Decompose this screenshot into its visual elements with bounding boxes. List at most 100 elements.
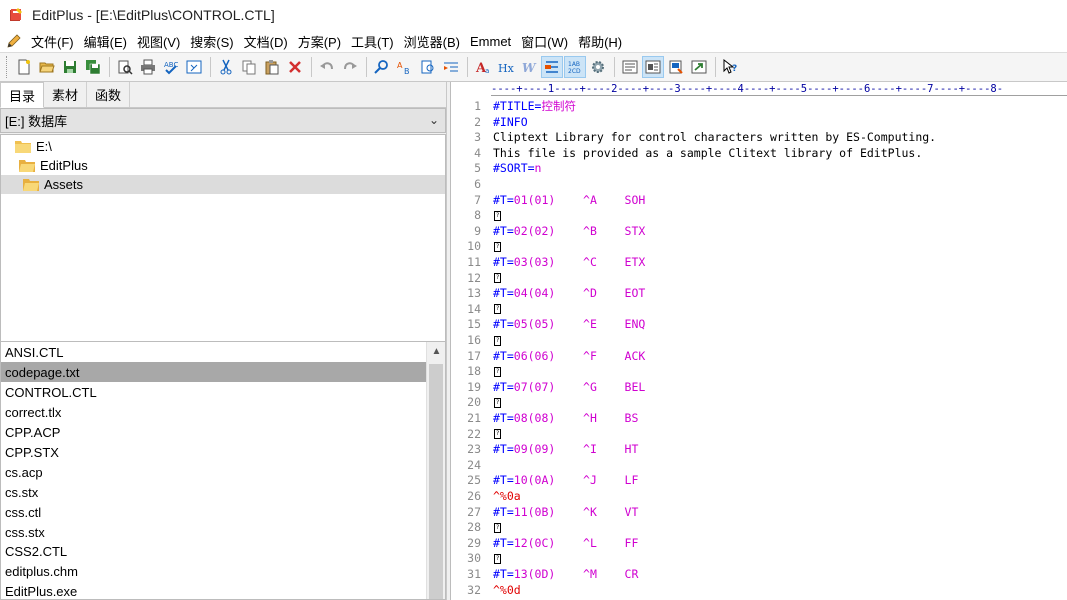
menu-edit[interactable]: 编辑(E) [79, 32, 132, 51]
menu-file[interactable]: 文件(F) [26, 32, 79, 51]
code-line[interactable]: #T=10(0A) ^J LF [493, 473, 638, 489]
book-icon[interactable] [665, 56, 687, 78]
spell-check-icon[interactable]: ABC [160, 56, 182, 78]
new-file-icon[interactable] [13, 56, 35, 78]
tree-item-drive[interactable]: E:\ [15, 137, 435, 156]
export-icon[interactable] [688, 56, 710, 78]
code-line[interactable]: ? [493, 520, 501, 536]
redo-icon[interactable] [339, 56, 361, 78]
line-number-icon[interactable] [541, 56, 563, 78]
code-line[interactable]: This file is provided as a sample Clitex… [493, 146, 922, 162]
code-line[interactable]: #T=11(0B) ^K VT [493, 505, 638, 521]
settings-icon[interactable] [587, 56, 609, 78]
list-item[interactable]: CONTROL.CTL [1, 382, 426, 402]
list-item[interactable]: codepage.txt [1, 362, 426, 382]
scroll-up-icon[interactable]: ▲ [427, 342, 445, 360]
code-line[interactable]: #TITLE=控制符 [493, 99, 576, 115]
code-line[interactable]: ? [493, 364, 501, 380]
editor-pane[interactable]: ----+----1----+----2----+----3----+----4… [450, 82, 1067, 600]
delete-icon[interactable] [284, 56, 306, 78]
code-line[interactable]: #T=07(07) ^G BEL [493, 380, 645, 396]
code-line[interactable]: ? [493, 302, 501, 318]
code-line[interactable]: ? [493, 239, 501, 255]
list-item[interactable]: cs.stx [1, 482, 426, 502]
code-line[interactable]: #INFO [493, 115, 528, 131]
tree-item-editplus[interactable]: EditPlus [19, 156, 439, 175]
html-view-icon[interactable] [642, 56, 664, 78]
list-item[interactable]: css.ctl [1, 502, 426, 522]
code-line[interactable]: #T=06(06) ^F ACK [493, 349, 645, 365]
menu-search[interactable]: 搜索(S) [185, 32, 238, 51]
paste-icon[interactable] [261, 56, 283, 78]
toolbar-grip[interactable] [6, 56, 9, 78]
code-line[interactable]: #T=13(0D) ^M CR [493, 567, 638, 583]
text-view-icon[interactable] [619, 56, 641, 78]
menu-browser[interactable]: 浏览器(B) [399, 32, 465, 51]
control-char-glyph: ? [494, 429, 501, 440]
indent-icon[interactable] [440, 56, 462, 78]
list-item[interactable]: EditPlus.exe [1, 581, 426, 599]
code-line[interactable]: #T=03(03) ^C ETX [493, 255, 645, 271]
list-item[interactable]: editplus.chm [1, 561, 426, 581]
find-in-files-icon[interactable] [417, 56, 439, 78]
code-token: #T= [493, 504, 514, 519]
menu-tools[interactable]: 工具(T) [346, 32, 399, 51]
code-line[interactable]: #SORT=n [493, 161, 541, 177]
code-line[interactable]: #T=12(0C) ^L FF [493, 536, 638, 552]
tree-item-label: E:\ [36, 139, 52, 154]
word-wrap-icon[interactable]: W [518, 56, 540, 78]
tab-directory[interactable]: 目录 [0, 82, 45, 108]
menu-view[interactable]: 视图(V) [132, 32, 185, 51]
list-item[interactable]: cs.acp [1, 462, 426, 482]
code-line[interactable]: #T=08(08) ^H BS [493, 411, 638, 427]
list-item[interactable]: CSS2.CTL [1, 541, 426, 561]
menu-document[interactable]: 文档(D) [239, 32, 293, 51]
code-line[interactable]: #T=05(05) ^E ENQ [493, 317, 645, 333]
code-line[interactable]: #T=09(09) ^I HT [493, 442, 638, 458]
tree-item-assets[interactable]: Assets [1, 175, 445, 194]
file-list-scrollbar[interactable]: ▲ [426, 342, 445, 599]
copy-icon[interactable] [238, 56, 260, 78]
code-line[interactable]: #T=04(04) ^D EOT [493, 286, 645, 302]
line-number: 16 [467, 333, 481, 347]
font-icon[interactable]: Aa [472, 56, 494, 78]
code-line[interactable]: #T=01(01) ^A SOH [493, 193, 645, 209]
undo-icon[interactable] [316, 56, 338, 78]
replace-icon[interactable]: AB [394, 56, 416, 78]
code-line[interactable]: Cliptext Library for control characters … [493, 130, 936, 146]
drive-dropdown[interactable]: [E:] 数据库 ⌄ [0, 108, 446, 133]
hx-heading-icon[interactable]: Hx [495, 56, 517, 78]
code-line[interactable]: ? [493, 271, 501, 287]
code-line[interactable]: ? [493, 427, 501, 443]
code-line[interactable]: ^%0d [493, 583, 521, 599]
menu-project[interactable]: 方案(P) [293, 32, 346, 51]
tab-clips[interactable]: 素材 [44, 82, 88, 107]
browser-preview-icon[interactable] [183, 56, 205, 78]
menu-emmet[interactable]: Emmet [465, 34, 516, 49]
find-icon[interactable] [371, 56, 393, 78]
menu-window[interactable]: 窗口(W) [516, 32, 573, 51]
code-line[interactable]: ? [493, 333, 501, 349]
cut-icon[interactable] [215, 56, 237, 78]
column-ruler-icon[interactable]: 1AB 2CD [564, 56, 586, 78]
list-item[interactable]: CPP.ACP [1, 422, 426, 442]
code-line[interactable]: #T=02(02) ^B STX [493, 224, 645, 240]
line-number: 2 [474, 114, 481, 129]
code-line[interactable]: ? [493, 208, 501, 224]
tab-functions[interactable]: 函数 [87, 82, 131, 107]
list-item[interactable]: correct.tlx [1, 402, 426, 422]
print-preview-icon[interactable] [114, 56, 136, 78]
code-line[interactable]: ? [493, 395, 501, 411]
menu-help[interactable]: 帮助(H) [573, 32, 627, 51]
code-line[interactable]: ^%0a [493, 489, 521, 505]
print-icon[interactable] [137, 56, 159, 78]
help-cursor-icon[interactable]: ? [720, 56, 742, 78]
scroll-thumb[interactable] [429, 364, 443, 599]
save-all-icon[interactable] [82, 56, 104, 78]
list-item[interactable]: CPP.STX [1, 442, 426, 462]
save-icon[interactable] [59, 56, 81, 78]
list-item[interactable]: ANSI.CTL [1, 342, 426, 362]
open-folder-icon[interactable] [36, 56, 58, 78]
code-line[interactable]: ? [493, 551, 501, 567]
list-item[interactable]: css.stx [1, 522, 426, 542]
